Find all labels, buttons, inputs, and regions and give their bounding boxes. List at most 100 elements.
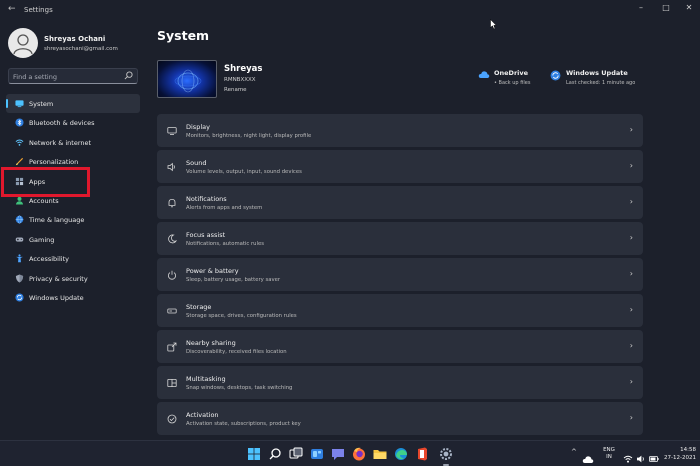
moon-icon xyxy=(168,234,177,244)
onedrive-subtitle: • Back up files xyxy=(494,80,531,86)
windows-logo-icon xyxy=(248,448,260,460)
sidebar-item-privacy[interactable]: Privacy & security xyxy=(6,269,140,288)
accessibility-icon xyxy=(16,254,23,263)
sidebar-item-network[interactable]: Network & internet xyxy=(6,133,140,152)
sidebar-item-bluetooth[interactable]: Bluetooth & devices xyxy=(6,113,140,132)
search-button[interactable] xyxy=(267,446,283,462)
sidebar: Shreyas Ochani shreyasochani@gmail.com S… xyxy=(0,20,145,440)
card-title: Notifications xyxy=(186,195,227,203)
chevron-right-icon: › xyxy=(629,305,633,314)
network-status[interactable] xyxy=(623,449,633,466)
desktop-wallpaper-thumbnail[interactable] xyxy=(157,60,217,98)
folder-icon xyxy=(373,450,387,459)
sidebar-item-label: System xyxy=(29,100,54,108)
card-display[interactable]: Display Monitors, brightness, night ligh… xyxy=(157,114,643,147)
chevron-right-icon: › xyxy=(629,377,633,386)
card-subtitle: Monitors, brightness, night light, displ… xyxy=(186,133,312,139)
battery-status[interactable] xyxy=(649,449,659,466)
user-profile[interactable]: Shreyas Ochani shreyasochani@gmail.com xyxy=(8,28,143,60)
card-title: Display xyxy=(186,123,210,131)
rename-link[interactable]: Rename xyxy=(224,87,247,93)
tray-status[interactable] xyxy=(582,449,594,466)
card-title: Storage xyxy=(186,303,212,311)
office-icon xyxy=(418,447,427,461)
card-nearby-sharing[interactable]: Nearby sharing Discoverability, received… xyxy=(157,330,643,363)
speaker-icon xyxy=(167,162,175,172)
sidebar-item-label: Accounts xyxy=(29,196,59,205)
sidebar-item-windows-update[interactable]: Windows Update xyxy=(6,288,140,307)
chat-button[interactable] xyxy=(330,446,346,462)
card-subtitle: Volume levels, output, input, sound devi… xyxy=(186,169,302,175)
card-subtitle: Discoverability, received files location xyxy=(186,349,287,355)
volume-status[interactable] xyxy=(636,449,646,466)
gear-icon xyxy=(440,448,452,460)
sidebar-item-accessibility[interactable]: Accessibility xyxy=(6,249,140,268)
language-indicator[interactable]: ENG IN xyxy=(600,447,618,461)
person-icon xyxy=(13,34,33,55)
widgets-button[interactable] xyxy=(309,446,325,462)
search-input[interactable] xyxy=(13,71,123,82)
clock-time: 14:58 xyxy=(680,447,696,453)
chevron-right-icon: › xyxy=(629,125,633,134)
search-box[interactable] xyxy=(8,68,138,84)
card-multitasking[interactable]: Multitasking Snap windows, desktops, tas… xyxy=(157,366,643,399)
bell-icon xyxy=(168,198,176,208)
chevron-right-icon: › xyxy=(629,341,633,350)
file-explorer-button[interactable] xyxy=(372,446,388,462)
close-button[interactable]: ✕ xyxy=(682,3,696,12)
tray-overflow-button[interactable]: ^ xyxy=(571,448,577,456)
chevron-right-icon: › xyxy=(629,197,633,206)
firefox-icon xyxy=(353,447,365,461)
card-title: Activation xyxy=(186,411,219,419)
wifi-icon xyxy=(15,139,24,146)
clock-date: 27-12-2021 xyxy=(664,454,696,461)
office-button[interactable] xyxy=(414,446,430,462)
chevron-right-icon: › xyxy=(629,161,633,170)
card-storage[interactable]: Storage Storage space, drives, configura… xyxy=(157,294,643,327)
speaker-icon xyxy=(637,455,644,463)
card-subtitle: Notifications, automatic rules xyxy=(186,241,265,247)
windows-update-status[interactable]: Windows Update Last checked: 1 minute ag… xyxy=(550,68,650,90)
gamepad-icon xyxy=(15,237,24,242)
card-title: Focus assist xyxy=(186,231,226,239)
windows-update-subtitle: Last checked: 1 minute ago xyxy=(566,80,636,86)
search-icon[interactable] xyxy=(124,71,133,80)
settings-button[interactable] xyxy=(438,446,454,466)
card-title: Nearby sharing xyxy=(186,339,236,347)
multitask-icon xyxy=(167,378,177,387)
card-notifications[interactable]: Notifications Alerts from apps and syste… xyxy=(157,186,643,219)
card-focus-assist[interactable]: Focus assist Notifications, automatic ru… xyxy=(157,222,643,255)
main-content: System Shreyas RMNBXXXX Rename OneDrive … xyxy=(145,20,700,440)
brush-icon xyxy=(15,158,24,166)
sidebar-item-gaming[interactable]: Gaming xyxy=(6,230,140,249)
maximize-button[interactable]: □ xyxy=(659,3,673,12)
card-sound[interactable]: Sound Volume levels, output, input, soun… xyxy=(157,150,643,183)
edge-icon xyxy=(395,448,407,460)
minimize-button[interactable]: – xyxy=(634,3,648,12)
wallpaper-bloom-icon xyxy=(174,69,202,93)
sidebar-item-time-language[interactable]: Time & language xyxy=(6,210,140,229)
highlight-annotation xyxy=(1,167,90,197)
chevron-right-icon: › xyxy=(629,233,633,242)
card-title: Power & battery xyxy=(186,267,239,275)
card-activation[interactable]: Activation Activation state, subscriptio… xyxy=(157,402,643,435)
card-power-battery[interactable]: Power & battery Sleep, battery usage, ba… xyxy=(157,258,643,291)
sidebar-item-label: Time & language xyxy=(29,216,85,225)
back-button[interactable]: ← xyxy=(8,4,16,14)
task-view-icon xyxy=(289,447,303,459)
system-clock[interactable]: 14:58 27-12-2021 xyxy=(660,447,696,462)
widgets-icon xyxy=(311,449,323,459)
card-subtitle: Storage space, drives, configuration rul… xyxy=(186,313,297,319)
start-button[interactable] xyxy=(246,446,262,462)
bluetooth-icon xyxy=(15,118,24,127)
sidebar-item-system[interactable]: System xyxy=(6,94,140,114)
task-view-button[interactable] xyxy=(288,446,304,462)
cloud-icon xyxy=(582,456,594,463)
firefox-button[interactable] xyxy=(351,446,367,462)
chevron-right-icon: › xyxy=(629,269,633,278)
wifi-icon xyxy=(623,455,633,463)
edge-button[interactable] xyxy=(393,446,409,462)
device-name: Shreyas xyxy=(224,64,263,74)
globe-icon xyxy=(15,215,24,224)
settings-list: Display Monitors, brightness, night ligh… xyxy=(157,114,643,438)
